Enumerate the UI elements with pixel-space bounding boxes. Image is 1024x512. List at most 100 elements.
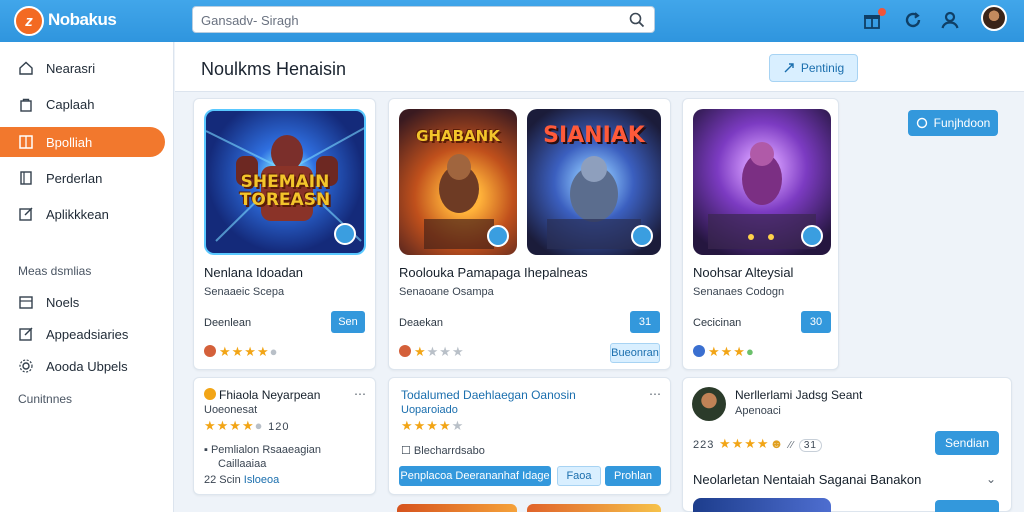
game-card[interactable]: SHEMAIN TOREASN Nenlana Idoadan Senaaeic… xyxy=(193,98,376,370)
search-box[interactable] xyxy=(192,6,655,33)
game-art[interactable]: GHABANK xyxy=(399,109,517,255)
list-card[interactable]: Todalumed Daehlaegan Oanosin ⋯ Uoparoiad… xyxy=(388,377,671,495)
sidebar-item-label: Aooda Ubpels xyxy=(46,358,128,374)
sidebar-subitem-appearance[interactable]: Appeadsiaries xyxy=(0,319,165,349)
game-art-title: SIANIAK xyxy=(543,123,645,148)
book-icon xyxy=(20,171,32,185)
search-input[interactable] xyxy=(201,10,621,30)
sidebar-item-label: Nearasri xyxy=(46,60,96,76)
list-card-detail-2: Caillaaiaa xyxy=(218,458,267,470)
card-tag: Cecicinan xyxy=(693,317,742,329)
user-icon[interactable] xyxy=(939,9,961,31)
sidebar: Nearasri Caplaah Bpolliah Perderlan Apli… xyxy=(0,42,174,512)
game-card[interactable]: GHABANK SIANIAK Roolouka Pamapaga Ihepal… xyxy=(388,98,671,370)
sidebar-subitem-settings[interactable]: Aooda Ubpels xyxy=(0,351,165,381)
card-subtitle: Senanaes Codogn xyxy=(693,286,785,298)
header-action-button[interactable]: Pentinig xyxy=(769,54,858,82)
rating-stars: ★★★★● 120 xyxy=(204,418,290,433)
sidebar-item-apps[interactable]: Aplikkkean xyxy=(0,199,165,229)
action-button[interactable]: Faoa xyxy=(557,466,601,486)
list-card[interactable]: Fhiaola Neyarpean ⋯ Uoeonesat ★★★★● 120 … xyxy=(193,377,376,495)
price-button[interactable]: Sen xyxy=(331,311,365,333)
price-button[interactable]: 30 xyxy=(801,311,831,333)
list-card-title: Todalumed Daehlaegan Oanosin xyxy=(401,388,576,402)
app-logo[interactable]: z xyxy=(14,6,44,36)
price-button[interactable]: 31 xyxy=(630,311,660,333)
sidebar-footer-label[interactable]: Cunitnnes xyxy=(18,392,72,406)
card-subtitle: Senaoane Osampa xyxy=(399,286,494,298)
profile-avatar[interactable] xyxy=(981,5,1007,31)
link-icon xyxy=(916,117,927,129)
header-action-label: Pentinig xyxy=(800,61,845,75)
sidebar-item-home[interactable]: Nearasri xyxy=(0,53,165,83)
list-card-title: Fhiaola Neyarpean xyxy=(204,388,320,402)
action-button[interactable]: Penplacoa Deerananhaf Idage xyxy=(399,466,551,486)
review-action-button[interactable]: Sendian xyxy=(935,431,999,455)
sidebar-item-label: Noels xyxy=(46,294,80,310)
sidebar-item-label: Perderlan xyxy=(46,170,103,186)
sidebar-item-label: Caplaah xyxy=(46,96,95,112)
page-title: Noulkms Henaisin xyxy=(201,59,347,79)
gear-icon xyxy=(19,359,33,373)
list-card-meta: 22 Scin Isloeoa xyxy=(204,474,280,486)
rating-stars: ★★★★ xyxy=(399,344,465,360)
card-tag: Deenlean xyxy=(204,317,252,329)
sidebar-subitem-notes[interactable]: Noels xyxy=(0,287,165,317)
verified-badge-icon xyxy=(334,223,356,245)
top-bar: z Nobakus xyxy=(0,0,1024,42)
link-icon xyxy=(784,63,794,73)
search-icon[interactable] xyxy=(628,11,646,29)
game-art[interactable]: SHEMAIN TOREASN xyxy=(204,109,366,255)
sidebar-item-active[interactable]: Bpolliah xyxy=(0,127,165,157)
app-brand[interactable]: Nobakus xyxy=(48,10,117,30)
sidebar-section-title: Meas dsmlias xyxy=(18,264,92,278)
list-card-detail: ▪ Pemlialon Rsaaeagian xyxy=(204,444,322,456)
secondary-button[interactable]: Bueonran xyxy=(610,343,660,363)
folder-icon xyxy=(19,296,33,309)
verified-badge-icon xyxy=(487,225,509,247)
game-card[interactable]: Noohsar Alteysial Senanaes Codogn Cecici… xyxy=(682,98,839,370)
game-art[interactable]: SIANIAK xyxy=(527,109,661,255)
card-tag: Deaekan xyxy=(399,317,444,329)
list-card-detail: ☐ Blecharrdsabo xyxy=(401,445,485,457)
card-title: Noohsar Alteysial xyxy=(693,265,794,280)
edit-icon xyxy=(19,207,33,221)
list-card-subtitle: Uoeonesat xyxy=(204,404,258,416)
chevron-down-icon[interactable]: ⌄ xyxy=(986,472,996,486)
sidebar-item-label: Aplikkkean xyxy=(46,206,109,222)
card-title: Nenlana Idoadan xyxy=(204,265,304,280)
rating-stars: ★★★● xyxy=(693,344,755,360)
review-footer: Neolarletan Nentaiah Saganai Banakon xyxy=(693,472,922,487)
game-art-title: GHABANK xyxy=(416,127,500,145)
sidebar-item-label: Appeadsiaries xyxy=(46,326,129,342)
verified-badge-icon xyxy=(801,225,823,247)
game-art-preview[interactable] xyxy=(527,504,661,512)
card-subtitle: Senaaeic Scepa xyxy=(204,286,285,298)
home-icon xyxy=(19,61,33,75)
side-action-button[interactable]: Funjhdoon xyxy=(908,110,998,136)
avatar xyxy=(692,387,726,421)
game-art-title: SHEMAIN TOREASN xyxy=(239,172,331,210)
avatar xyxy=(693,345,705,357)
rating-stars: 223 ★★★★☻ ⁄⁄ 31 xyxy=(693,436,822,452)
more-icon[interactable]: ⋯ xyxy=(354,387,366,401)
sidebar-item-book[interactable]: Perderlan xyxy=(0,163,165,193)
review-title: Nerllerlami Jadsg Seant xyxy=(735,388,863,402)
edit-icon xyxy=(19,327,33,341)
review-card[interactable]: Nerllerlami Jadsg Seant Apenoaci 223 ★★★… xyxy=(682,377,1012,512)
sidebar-item-bag[interactable]: Caplaah xyxy=(0,89,165,119)
game-art-preview[interactable] xyxy=(397,504,517,512)
game-art-preview[interactable] xyxy=(693,498,831,512)
avatar xyxy=(399,345,411,357)
game-art[interactable] xyxy=(693,109,831,255)
refresh-icon[interactable] xyxy=(902,9,924,31)
more-icon[interactable]: ⋯ xyxy=(649,387,661,401)
avatar xyxy=(204,345,216,357)
verified-badge-icon xyxy=(631,225,653,247)
grid-icon xyxy=(19,135,33,149)
rating-stars: ★★★★● xyxy=(204,344,278,360)
partial-button[interactable] xyxy=(935,500,999,512)
page-header: Noulkms Henaisin Pentinig xyxy=(175,42,1024,92)
notification-dot xyxy=(878,8,886,16)
action-button[interactable]: Prohlan xyxy=(605,466,661,486)
